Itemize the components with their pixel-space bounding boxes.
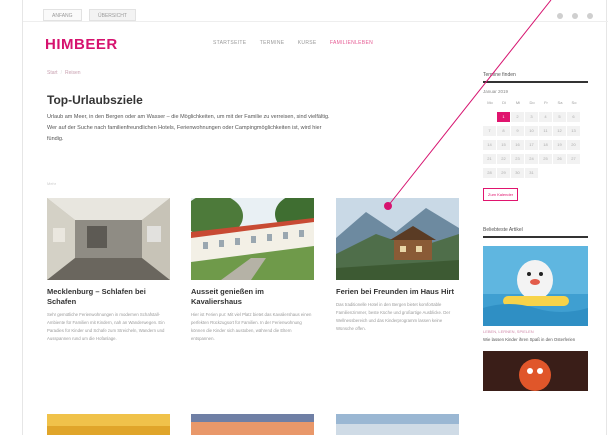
pointer-dot-icon xyxy=(384,202,392,210)
pointer-overlay xyxy=(384,0,552,210)
